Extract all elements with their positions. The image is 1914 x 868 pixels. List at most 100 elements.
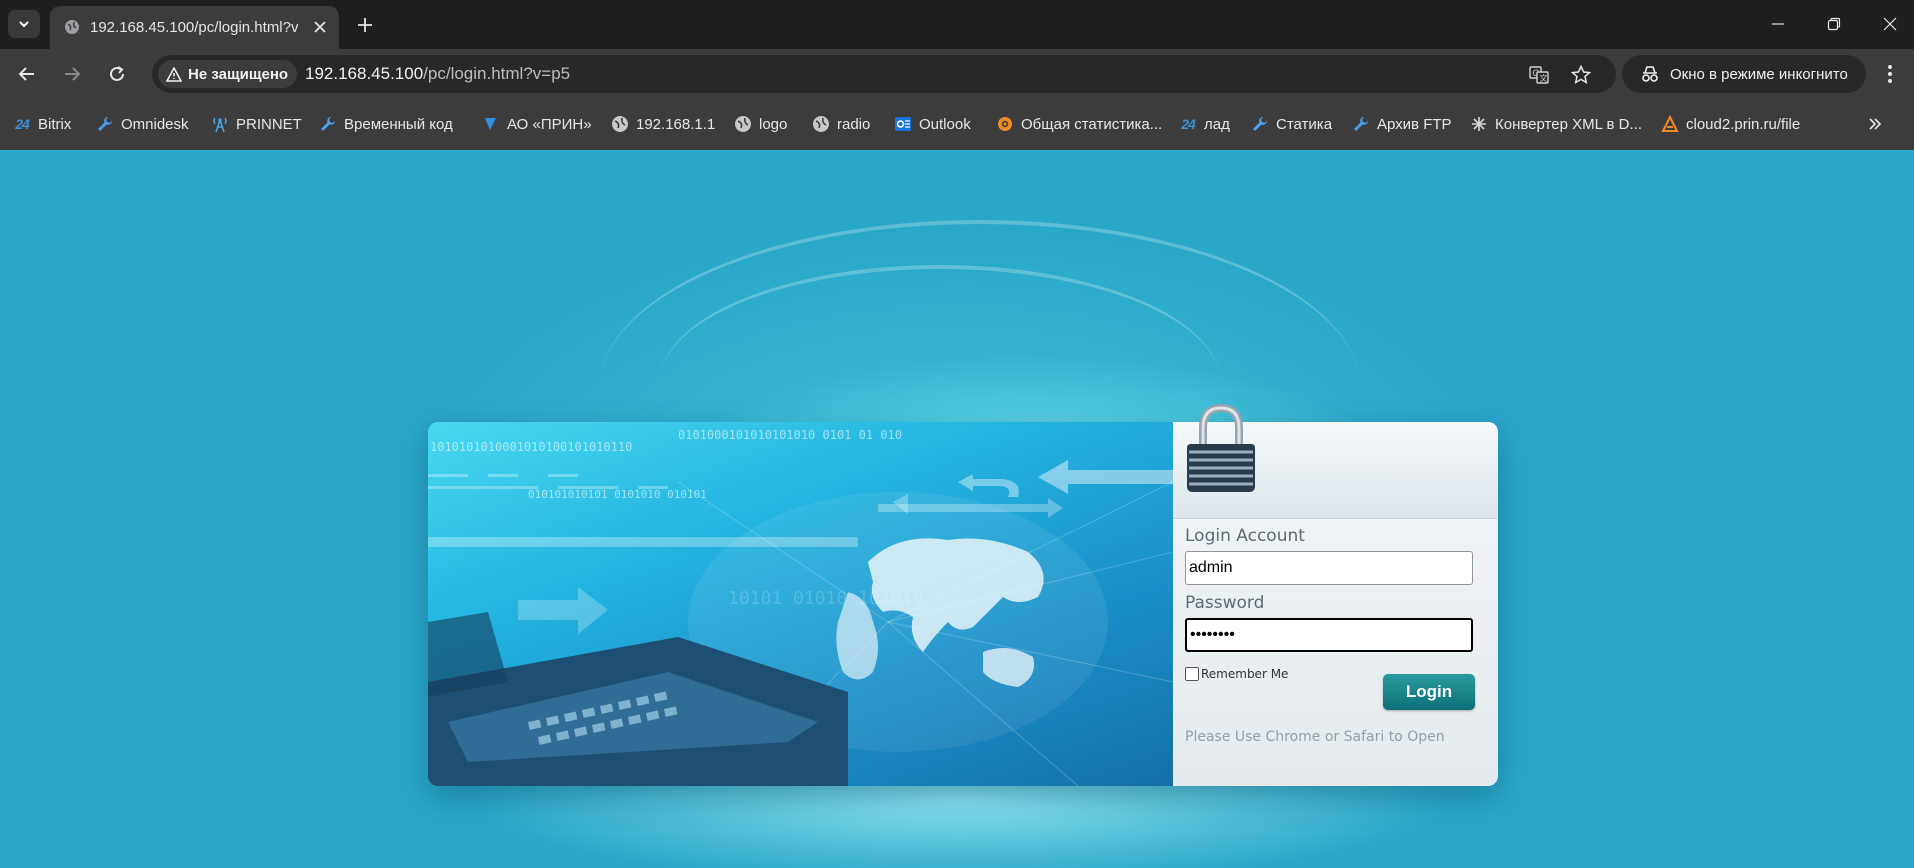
bookmark-cloud[interactable]: cloud2.prin.ru/file (1661, 113, 1800, 135)
bookmark-label: 192.168.1.1 (636, 115, 716, 133)
tab-search-button[interactable] (8, 10, 40, 38)
bookmark-label: cloud2.prin.ru/file (1686, 115, 1801, 133)
password-input[interactable]: •••••••• (1185, 618, 1473, 652)
restore-icon (1827, 17, 1841, 31)
remember-me-label: Remember Me (1201, 667, 1289, 681)
binary-text: 1010101010001010100101010110 (430, 440, 633, 454)
bookmark-label: Bitrix (38, 115, 72, 133)
plus-icon (358, 18, 372, 32)
chevron-down-icon (19, 21, 29, 28)
bookmark-stats[interactable]: Общая статистика... (996, 113, 1162, 135)
translate-button[interactable]: G文 (1528, 64, 1550, 86)
tab-title: 192.168.45.100/pc/login.html?v=p5 (90, 19, 298, 36)
globe-icon (813, 116, 829, 132)
padlock-icon (1187, 403, 1255, 492)
bookmark-statika[interactable]: Статика (1251, 113, 1332, 135)
bookmark-label: Архив FTP (1377, 115, 1452, 133)
login-banner: 0101000101010101010 0101 01 010 10101010… (428, 422, 1173, 786)
close-icon (314, 21, 326, 33)
bookmark-label: лад (1204, 115, 1230, 133)
more-vertical-icon (1888, 65, 1892, 83)
bitrix24-icon: 24 (15, 116, 30, 132)
security-label: Не защищено (188, 65, 289, 83)
incognito-indicator[interactable]: Окно в режиме инкогнито (1622, 55, 1866, 93)
bookmark-label: АО «ПРИН» (507, 115, 592, 133)
bookmark-temp-code[interactable]: Временный код (319, 113, 453, 135)
login-button[interactable]: Login (1383, 674, 1475, 710)
tab-close-button[interactable] (310, 17, 330, 37)
wrench-icon (1253, 117, 1267, 131)
minimize-button[interactable] (1758, 8, 1798, 40)
globe-icon (735, 116, 751, 132)
star-icon (1571, 65, 1591, 85)
remember-me[interactable]: Remember Me (1185, 667, 1288, 681)
svg-text:文: 文 (1540, 73, 1548, 83)
bookmark-radio[interactable]: radio (812, 113, 870, 135)
bookmark-router[interactable]: 192.168.1.1 (611, 113, 715, 135)
forward-button[interactable] (58, 60, 86, 88)
bookmark-star-button[interactable] (1570, 64, 1592, 86)
browser-toolbar: Не защищено 192.168.45.100/pc/login.html… (0, 49, 1914, 99)
bookmark-prinnet[interactable]: PRINNET (211, 113, 302, 135)
warning-icon (166, 66, 182, 82)
active-tab[interactable]: 192.168.45.100/pc/login.html?v=p5 (50, 6, 339, 49)
close-window-button[interactable] (1870, 8, 1910, 40)
login-account-label: Login Account (1185, 526, 1305, 546)
bookmark-label: Статика (1276, 115, 1333, 133)
tab-strip: 192.168.45.100/pc/login.html?v=p5 (0, 0, 1914, 49)
cloud-icon (1661, 115, 1679, 132)
remember-me-checkbox[interactable] (1185, 667, 1199, 681)
restore-button[interactable] (1814, 8, 1854, 40)
bookmark-xml-converter[interactable]: Конвертер XML в D... (1470, 113, 1642, 135)
bitrix24-icon: 24 (1181, 116, 1196, 132)
chevron-double-right-icon (1869, 118, 1882, 130)
url-path: /pc/login.html?v=p5 (423, 64, 571, 83)
bookmark-ftp-archive[interactable]: Архив FTP (1352, 113, 1452, 135)
bookmark-label: Outlook (919, 115, 971, 133)
url-text[interactable]: 192.168.45.100/pc/login.html?v=p5 (305, 64, 570, 84)
login-account-input[interactable]: admin (1185, 551, 1473, 585)
incognito-label: Окно в режиме инкогнито (1670, 65, 1848, 83)
wrench-icon (98, 117, 112, 131)
converter-icon (1472, 117, 1486, 131)
login-page: 0101000101010101010 0101 01 010 10101010… (0, 150, 1914, 868)
security-indicator[interactable]: Не защищено (158, 60, 298, 88)
arrow-left-icon (18, 67, 34, 81)
bookmark-bitrix[interactable]: 24 Bitrix (13, 113, 71, 135)
bookmark-logo[interactable]: logo (734, 113, 787, 135)
bookmark-ao-prin[interactable]: АО «ПРИН» (482, 113, 592, 135)
globe-icon (612, 116, 628, 132)
login-panel: Login Account admin Password •••••••• Re… (1173, 403, 1498, 786)
bookmark-lad[interactable]: 24 лад (1179, 113, 1230, 135)
bookmark-label: Omnidesk (121, 115, 189, 133)
login-box: 0101000101010101010 0101 01 010 10101010… (428, 403, 1498, 786)
reload-button[interactable] (103, 60, 131, 88)
arrow-right-icon (65, 67, 81, 81)
browser-hint: Please Use Chrome or Safari to Open (1185, 729, 1445, 745)
back-button[interactable] (13, 60, 41, 88)
prin-logo-icon (485, 118, 496, 130)
bookmark-label: Временный код (344, 115, 453, 133)
bookmark-label: Общая статистика... (1021, 115, 1163, 133)
outlook-icon (895, 117, 911, 131)
bookmark-outlook[interactable]: Outlook (894, 113, 971, 135)
bookmark-label: radio (837, 115, 871, 133)
password-label: Password (1185, 593, 1265, 613)
new-tab-button[interactable] (352, 12, 378, 38)
grafana-icon (998, 117, 1012, 131)
bookmarks-bar: 24 Bitrix Omnidesk PRINNET Временный код… (0, 99, 1914, 150)
url-host: 192.168.45.100 (305, 64, 424, 83)
bookmark-label: Конвертер XML в D... (1495, 115, 1642, 133)
browser-menu-button[interactable] (1876, 60, 1904, 88)
wrench-icon (1354, 117, 1368, 131)
binary-text: 0101000101010101010 0101 01 010 (678, 428, 902, 442)
address-bar[interactable]: Не защищено 192.168.45.100/pc/login.html… (152, 55, 1616, 93)
bookmarks-overflow-button[interactable] (1863, 113, 1887, 135)
translate-icon: G文 (1529, 66, 1549, 84)
bookmark-label: logo (759, 115, 788, 133)
minimize-icon (1772, 23, 1784, 25)
bookmark-omnidesk[interactable]: Omnidesk (96, 113, 189, 135)
incognito-icon (1642, 66, 1658, 82)
close-icon (1883, 17, 1897, 31)
wrench-icon (321, 117, 335, 131)
